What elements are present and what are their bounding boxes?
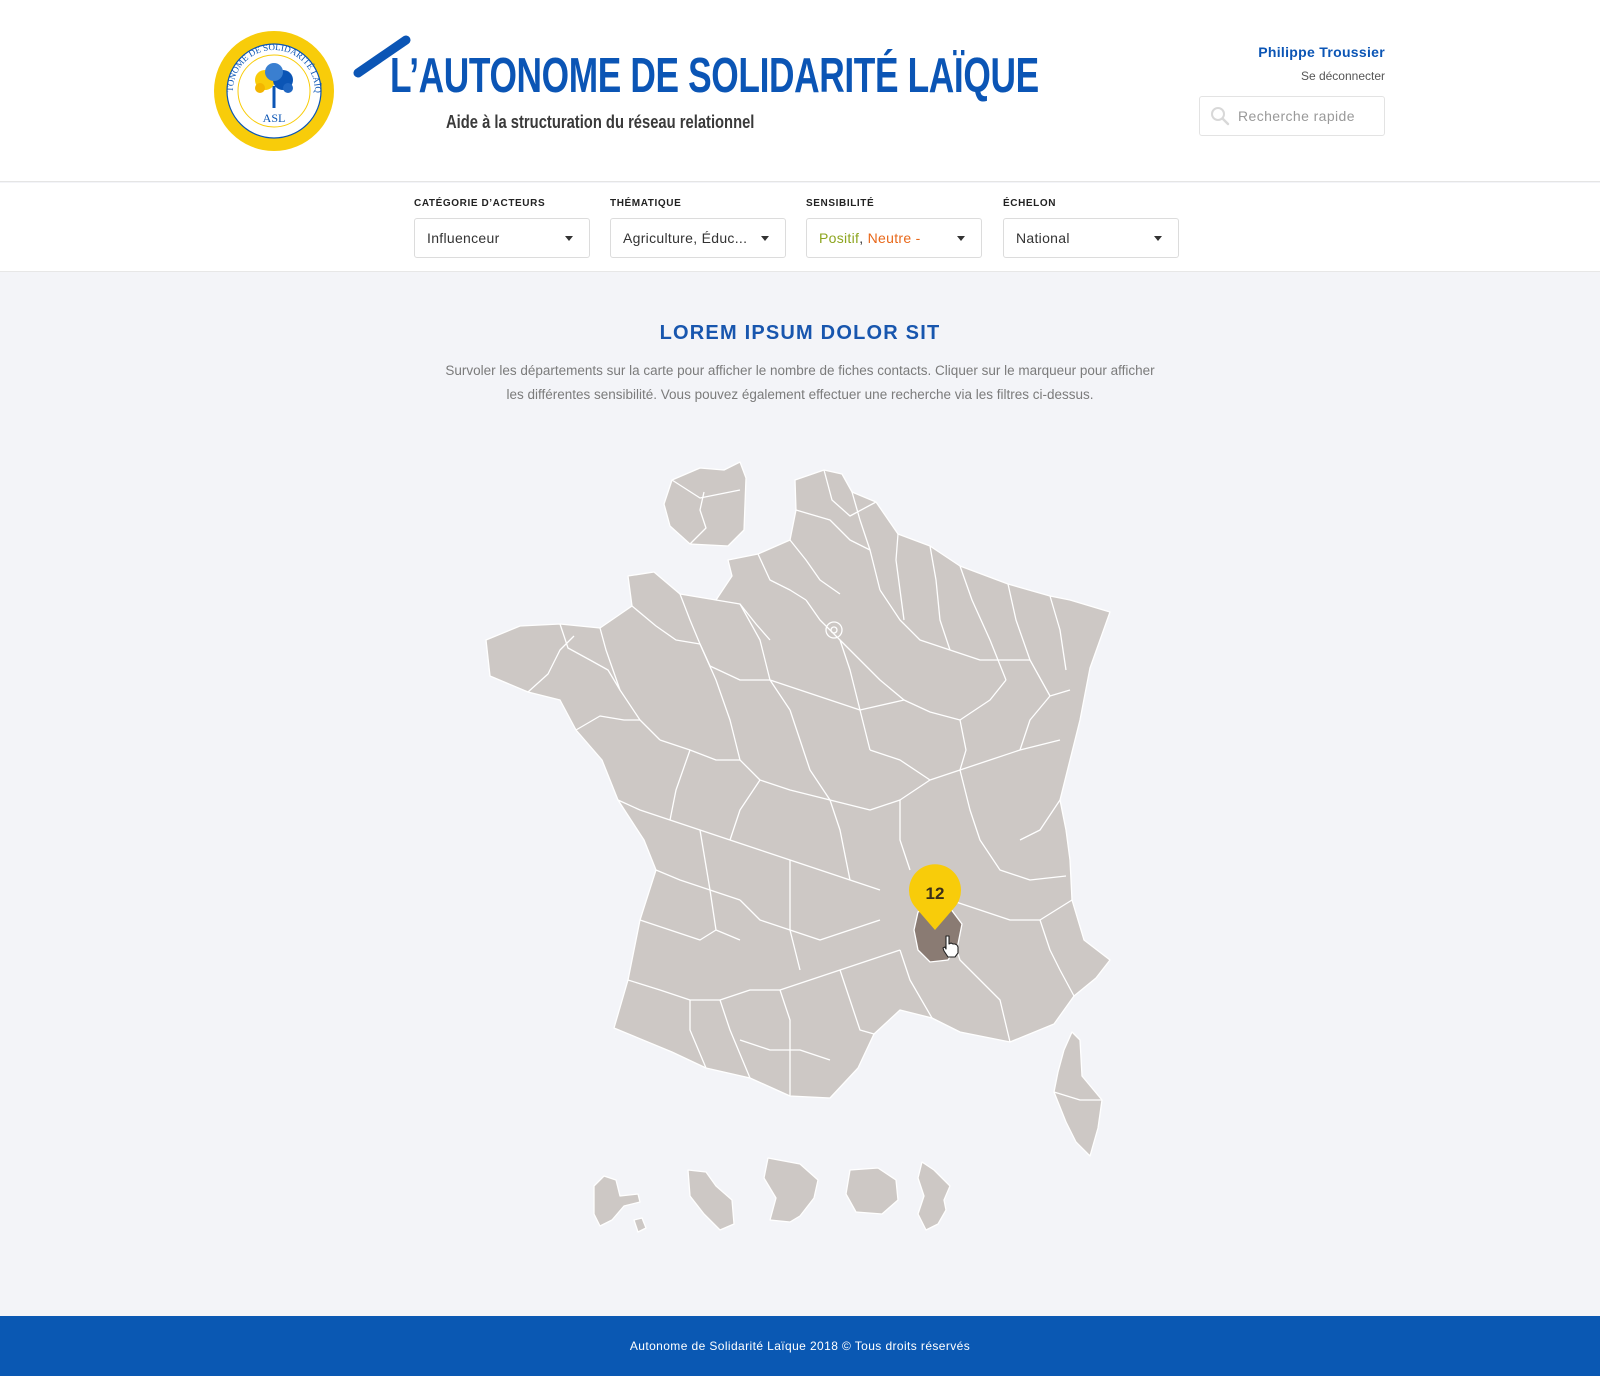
categorie-value: Influenceur bbox=[427, 230, 500, 246]
logout-link[interactable]: Se déconnecter bbox=[1301, 69, 1385, 83]
brand-title: L’AUTONOME DE SOLIDARITÉ LAÏQUE bbox=[390, 49, 1039, 103]
page-title: LOREM IPSUM DOLOR SIT bbox=[659, 322, 941, 344]
map-guadeloupe bbox=[593, 1175, 641, 1227]
france-departments-map[interactable]: 12 bbox=[470, 460, 1130, 1240]
intro-text: Survoler les départements sur la carte p… bbox=[445, 363, 1155, 402]
map-reunion bbox=[845, 1167, 899, 1215]
categorie-select[interactable]: Influenceur bbox=[414, 218, 590, 258]
filter-categorie: CATÉGORIE D’ACTEURS Influenceur bbox=[414, 198, 590, 258]
filter-echelon-label: ÉCHELON bbox=[1003, 198, 1057, 209]
sensibilite-value: Positif, Neutre - bbox=[819, 230, 921, 246]
chevron-down-icon bbox=[565, 236, 573, 241]
search-icon bbox=[1211, 107, 1230, 126]
map-guadeloupe-islet bbox=[633, 1217, 647, 1233]
map-martinique bbox=[687, 1169, 735, 1231]
map-mayotte bbox=[917, 1161, 951, 1231]
filter-sensibilite-label: SENSIBILITÉ bbox=[806, 198, 875, 209]
echelon-value: National bbox=[1016, 230, 1070, 246]
sensibilite-separator: , bbox=[859, 230, 868, 246]
thematique-select[interactable]: Agriculture, Éduc... bbox=[610, 218, 786, 258]
chevron-down-icon bbox=[761, 236, 769, 241]
thematique-value: Agriculture, Éduc... bbox=[623, 230, 748, 246]
filter-echelon: ÉCHELON National bbox=[1003, 198, 1179, 258]
filter-thematique: THÉMATIQUE Agriculture, Éduc... bbox=[610, 198, 786, 258]
map-england-island bbox=[663, 461, 747, 547]
filter-thematique-label: THÉMATIQUE bbox=[610, 198, 682, 209]
filter-categorie-label: CATÉGORIE D’ACTEURS bbox=[414, 198, 546, 209]
chevron-down-icon bbox=[1154, 236, 1162, 241]
sensibilite-select[interactable]: Positif, Neutre - bbox=[806, 218, 982, 258]
map-guyane bbox=[763, 1157, 819, 1223]
filter-sensibilite: SENSIBILITÉ Positif, Neutre - bbox=[806, 198, 982, 258]
marker-count: 12 bbox=[926, 884, 945, 903]
chevron-down-icon bbox=[957, 236, 965, 241]
sensibilite-positive: Positif bbox=[819, 230, 860, 246]
user-name-link[interactable]: Philippe Troussier bbox=[1258, 44, 1385, 60]
search-input[interactable] bbox=[1238, 108, 1378, 124]
echelon-select[interactable]: National bbox=[1003, 218, 1179, 258]
map-mainland-france[interactable] bbox=[485, 469, 1111, 1099]
sensibilite-neutral: Neutre - bbox=[867, 230, 921, 246]
quick-search[interactable] bbox=[1199, 96, 1385, 136]
site-footer: Autonome de Solidarité Laïque 2018 © Tou… bbox=[0, 1316, 1600, 1376]
site-header: AUTONOME DE SOLIDARITÉ LAÏQUE ASL L’AUTO… bbox=[0, 0, 1600, 182]
filter-bar: CATÉGORIE D’ACTEURS Influenceur THÉMATIQ… bbox=[0, 183, 1600, 272]
asl-seal-logo[interactable]: AUTONOME DE SOLIDARITÉ LAÏQUE ASL bbox=[213, 30, 335, 152]
svg-text:ASL: ASL bbox=[263, 111, 286, 125]
footer-copyright: Autonome de Solidarité Laïque 2018 © Tou… bbox=[629, 1339, 971, 1353]
brand-subtitle: Aide à la structuration du réseau relati… bbox=[446, 112, 755, 132]
